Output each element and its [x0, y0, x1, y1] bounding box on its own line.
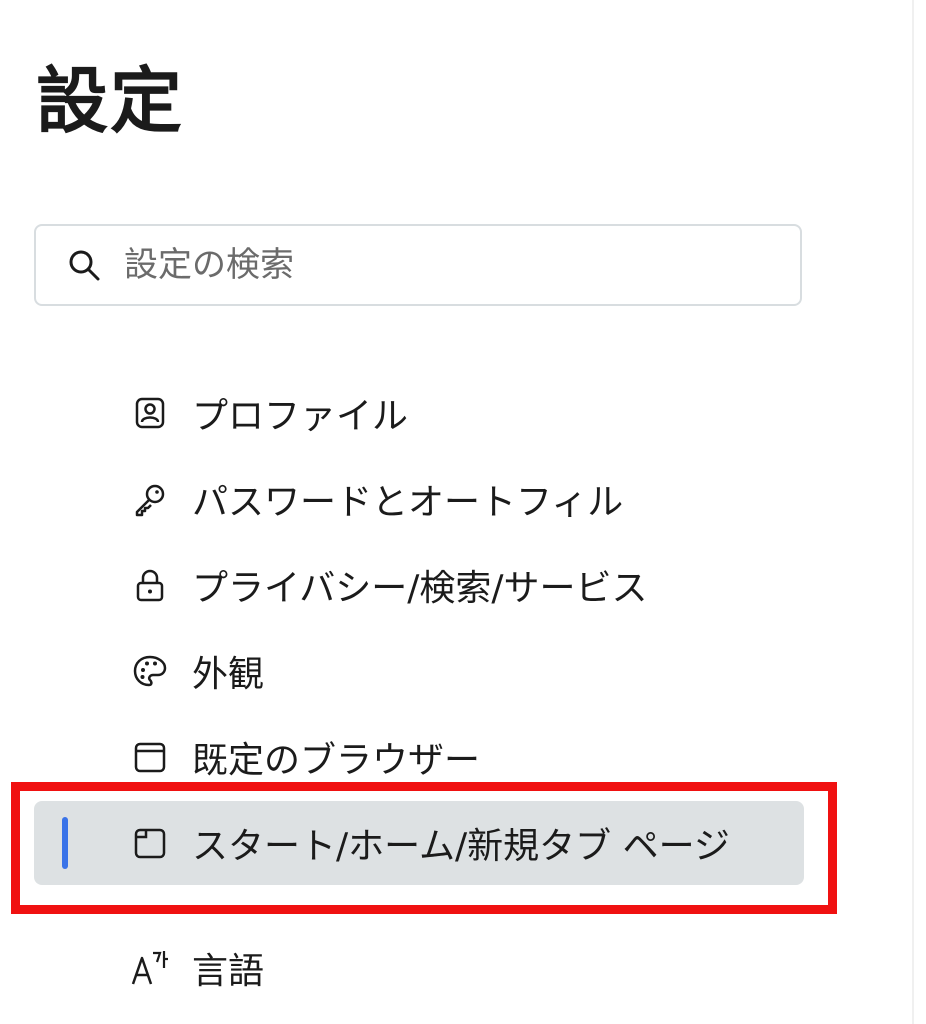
- palette-icon: [130, 651, 170, 691]
- settings-nav: プロファイル パスワードとオートフィル プライバシー/検索/サービス 外観 既定…: [34, 370, 804, 1011]
- page-title: 設定: [36, 59, 185, 143]
- browser-icon: [130, 737, 170, 777]
- nav-item-default-browser[interactable]: 既定のブラウザー: [34, 714, 804, 800]
- language-icon: [130, 948, 170, 988]
- key-icon: [130, 479, 170, 519]
- nav-item-label: パスワードとオートフィル: [192, 482, 624, 523]
- nav-item-label: 既定のブラウザー: [192, 740, 481, 781]
- nav-item-languages[interactable]: 言語: [34, 925, 804, 1011]
- nav-item-label: 言語: [192, 951, 265, 992]
- new-tab-icon: [130, 823, 170, 863]
- nav-item-label: プロファイル: [192, 396, 409, 437]
- selected-indicator: [62, 817, 68, 869]
- settings-page: 設定 プロファイル: [0, 0, 926, 1024]
- nav-item-start-home-newtab[interactable]: スタート/ホーム/新規タブ ページ: [34, 801, 804, 885]
- search-box[interactable]: [34, 224, 802, 306]
- lock-icon: [130, 565, 170, 605]
- nav-item-label: 外観: [192, 654, 265, 695]
- nav-item-label: プライバシー/検索/サービス: [192, 568, 648, 609]
- pane-divider: [912, 0, 914, 1024]
- search-icon: [64, 245, 104, 285]
- nav-item-passwords[interactable]: パスワードとオートフィル: [34, 456, 804, 542]
- nav-item-label: スタート/ホーム/新規タブ ページ: [192, 826, 730, 867]
- nav-item-appearance[interactable]: 外観: [34, 628, 804, 714]
- nav-item-privacy[interactable]: プライバシー/検索/サービス: [34, 542, 804, 628]
- search-input[interactable]: [124, 245, 724, 285]
- nav-item-profile[interactable]: プロファイル: [34, 370, 804, 456]
- profile-icon: [130, 393, 170, 433]
